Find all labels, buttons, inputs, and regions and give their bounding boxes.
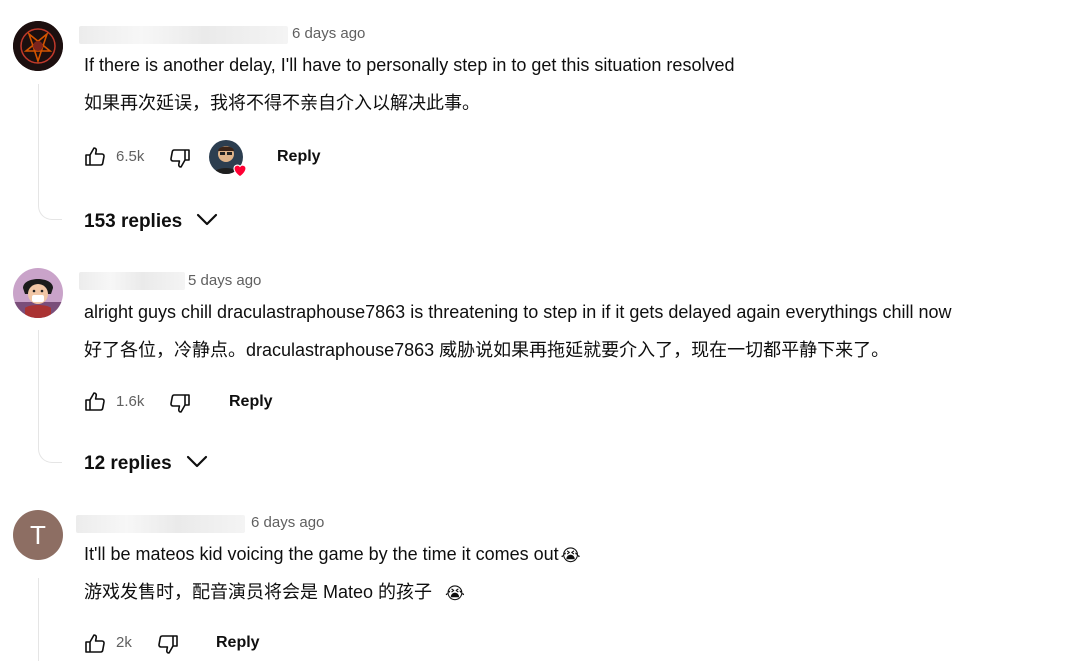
comment-time[interactable]: 5 days ago xyxy=(188,272,261,289)
chevron-down-icon xyxy=(186,453,208,475)
comment-text-line: It'll be mateos kid voicing the game by … xyxy=(84,542,581,568)
dislike-icon[interactable] xyxy=(168,391,192,415)
replies-count: 153 replies xyxy=(84,211,183,232)
reply-button[interactable]: Reply xyxy=(277,148,321,166)
comment-text: It'll be mateos kid voicing the game by … xyxy=(84,544,559,564)
view-replies-button[interactable]: 153 replies xyxy=(84,211,218,233)
like-icon[interactable] xyxy=(83,632,107,656)
like-icon[interactable] xyxy=(83,145,107,169)
author-name-redacted[interactable] xyxy=(79,272,185,290)
heart-icon xyxy=(231,161,249,179)
like-icon[interactable] xyxy=(83,390,107,414)
like-count: 6.5k xyxy=(116,148,145,165)
anime-character-avatar-icon[interactable] xyxy=(13,268,63,318)
comment-translation: 好了各位，冷静点。draculastraphouse7863 威胁说如果再拖延就… xyxy=(84,340,890,360)
comment-translation: 如果再次延误，我将不得不亲自介入以解决此事。 xyxy=(84,93,480,113)
comment-text: If there is another delay, I'll have to … xyxy=(84,55,735,75)
thread-line xyxy=(38,330,62,463)
like-count: 1.6k xyxy=(116,393,145,410)
creator-heart-badge xyxy=(209,140,247,178)
reply-button[interactable]: Reply xyxy=(229,393,273,411)
comment-time[interactable]: 6 days ago xyxy=(251,514,324,531)
reply-button[interactable]: Reply xyxy=(216,634,260,652)
crying-face-emoji: 😭 xyxy=(560,546,581,565)
crying-face-emoji: 😭 xyxy=(445,584,465,603)
view-replies-button[interactable]: 12 replies xyxy=(84,453,208,475)
author-name-redacted[interactable] xyxy=(79,26,288,44)
avatar[interactable]: T xyxy=(13,510,63,560)
thread-line xyxy=(38,578,62,661)
comment-time[interactable]: 6 days ago xyxy=(292,25,365,42)
author-name-redacted[interactable] xyxy=(76,515,245,533)
pentagram-avatar-icon[interactable] xyxy=(13,21,63,71)
dislike-icon[interactable] xyxy=(168,146,192,170)
thread-line xyxy=(38,84,62,220)
replies-count: 12 replies xyxy=(84,453,172,474)
comment-translation-line: 游戏发售时，配音演员将会是 Mateo 的孩子 😭 xyxy=(84,580,465,606)
dislike-icon[interactable] xyxy=(156,632,180,656)
like-count: 2k xyxy=(116,634,132,651)
comment-text: alright guys chill draculastraphouse7863… xyxy=(84,302,952,322)
comment-translation: 游戏发售时，配音演员将会是 Mateo 的孩子 xyxy=(84,582,433,602)
chevron-down-icon xyxy=(196,211,218,233)
